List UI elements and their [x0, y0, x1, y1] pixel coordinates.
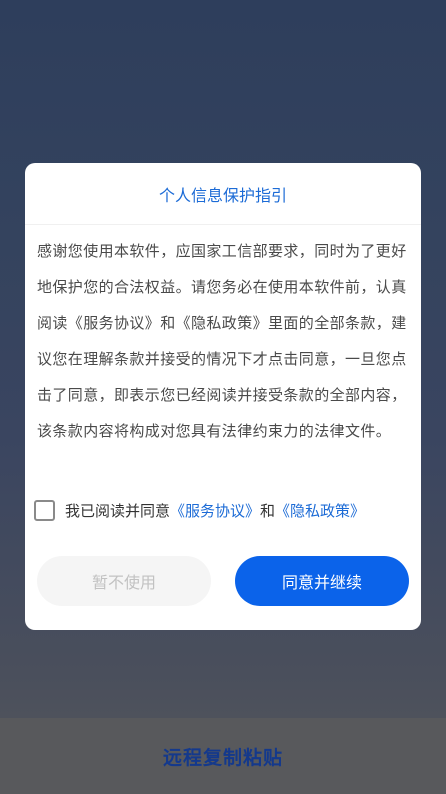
agree-prefix: 我已阅读并同意: [65, 501, 171, 520]
dialog-body-text: 感谢您使用本软件，应国家工信部要求，同时为了更好地保护您的合法权益。请您务必在使…: [37, 242, 407, 440]
privacy-dialog: 个人信息保护指引 感谢您使用本软件，应国家工信部要求，同时为了更好地保护您的合法…: [25, 163, 421, 630]
dialog-title: 个人信息保护指引: [25, 163, 421, 225]
agree-and: 和: [260, 501, 276, 520]
privacy-policy-link[interactable]: 《隐私政策》: [275, 502, 365, 520]
bottom-app-title: 远程复制粘贴: [162, 746, 283, 769]
agree-checkbox[interactable]: [34, 499, 55, 521]
accept-button[interactable]: 同意并继续: [235, 556, 409, 606]
agree-row: 我已阅读并同意《服务协议》和《隐私政策》: [34, 497, 365, 523]
service-agreement-link[interactable]: 《服务协议》: [170, 502, 260, 520]
app-screen: 远程复制粘贴 个人信息保护指引 感谢您使用本软件，应国家工信部要求，同时为了更好…: [0, 0, 446, 794]
agree-text: 我已阅读并同意《服务协议》和《隐私政策》: [65, 500, 365, 521]
decline-button[interactable]: 暂不使用: [37, 556, 211, 606]
bottom-bar: 远程复制粘贴: [0, 718, 446, 794]
